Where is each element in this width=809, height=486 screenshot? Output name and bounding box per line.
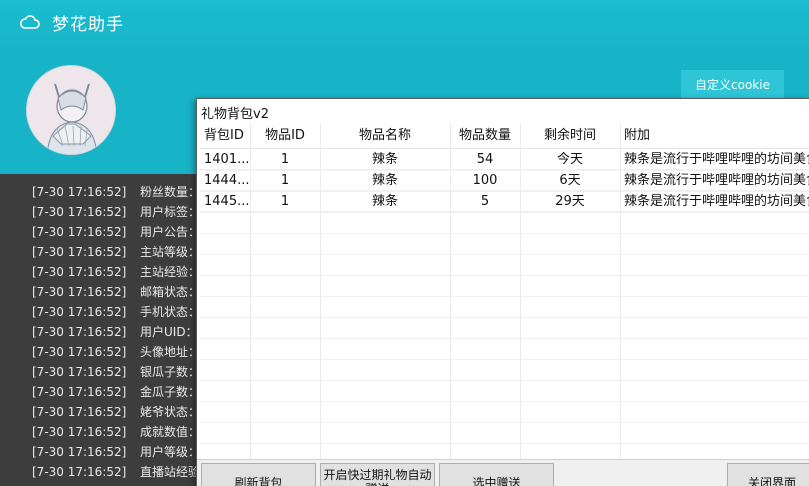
log-line: [7-30 17:16:52] 成就数值： xyxy=(32,422,200,442)
log-timestamp: [7-30 17:16:52] xyxy=(32,325,127,339)
refresh-bag-button[interactable]: 刷新背包 xyxy=(201,463,316,486)
cell-item-name: 辣条 xyxy=(371,173,398,188)
log-line: [7-30 17:16:52] 用户标签： xyxy=(32,202,200,222)
cell-item-count: 100 xyxy=(472,173,498,188)
auto-gift-expiring-button[interactable]: 开启快过期礼物自动赠送 xyxy=(320,463,435,486)
table-row[interactable]: 1445... 1 辣条 5 29天 辣条是流行于哔哩哔哩的坊间美食， xyxy=(200,191,809,212)
cell-item-count: 54 xyxy=(476,152,494,167)
avatar[interactable] xyxy=(26,65,116,155)
column-header-extra[interactable]: 附加 xyxy=(624,123,809,149)
log-timestamp: [7-30 17:16:52] xyxy=(32,205,127,219)
cell-item-id: 1 xyxy=(280,173,290,188)
log-line: [7-30 17:16:52] 用户等级： xyxy=(32,442,200,462)
cell-remaining-time: 今天 xyxy=(556,152,583,167)
log-message: 用户UID： xyxy=(140,325,198,339)
log-line: [7-30 17:16:52] 直播站经验 xyxy=(32,462,200,482)
cell-extra: 辣条是流行于哔哩哔哩的坊间美食， xyxy=(624,173,809,188)
custom-cookie-button[interactable]: 自定义cookie xyxy=(681,70,784,100)
log-line: [7-30 17:16:52] 金瓜子数： xyxy=(32,382,200,402)
cell-item-id: 1 xyxy=(280,194,290,209)
grid-line xyxy=(200,233,809,234)
log-timestamp: [7-30 17:16:52] xyxy=(32,265,127,279)
column-header-remaining-time[interactable]: 剩余时间 xyxy=(520,123,620,149)
log-line: [7-30 17:16:52] 手机状态： xyxy=(32,302,200,322)
grid-line xyxy=(200,401,809,402)
grid-line xyxy=(200,338,809,339)
log-message: 银瓜子数： xyxy=(140,365,201,379)
log-message: 用户标签： xyxy=(140,205,201,219)
log-message: 用户等级： xyxy=(140,445,201,459)
log-timestamp: [7-30 17:16:52] xyxy=(32,445,127,459)
cell-item-name: 辣条 xyxy=(371,194,398,209)
cell-item-id: 1 xyxy=(280,152,290,167)
cell-item-name: 辣条 xyxy=(371,152,398,167)
button-bar: 刷新背包 开启快过期礼物自动赠送 选中赠送 关闭界面 xyxy=(197,459,809,486)
log-timestamp: [7-30 17:16:52] xyxy=(32,285,127,299)
avatar-illustration xyxy=(27,66,115,154)
log-message: 用户公告： xyxy=(140,225,201,239)
gift-table: 背包ID 物品ID 物品名称 物品数量 剩余时间 附加 1401... 1 辣条 54 今天 辣条是… xyxy=(200,123,809,459)
log-message: 主站等级： xyxy=(140,245,201,259)
cell-extra: 辣条是流行于哔哩哔哩的坊间美食， xyxy=(624,152,809,167)
gift-bag-dialog: 礼物背包v2 背包ID 物品ID 物品名称 物品数量 剩余时间 附加 1401... 1 辣条… xyxy=(196,98,809,486)
log-timestamp: [7-30 17:16:52] xyxy=(32,245,127,259)
log-line: [7-30 17:16:52] 主站等级： xyxy=(32,242,200,262)
log-timestamp: [7-30 17:16:52] xyxy=(32,365,127,379)
log-message: 手机状态： xyxy=(140,305,201,319)
log-line: [7-30 17:16:52] 主站经验： xyxy=(32,262,200,282)
log-line: [7-30 17:16:52] 头像地址： xyxy=(32,342,200,362)
grid-line xyxy=(200,317,809,318)
log-message: 成就数值： xyxy=(140,425,201,439)
log-line: [7-30 17:16:52] 粉丝数量： xyxy=(32,182,200,202)
table-row[interactable]: 1444... 1 辣条 100 6天 辣条是流行于哔哩哔哩的坊间美食， xyxy=(200,170,809,191)
grid-line xyxy=(200,422,809,423)
cell-remaining-time: 29天 xyxy=(555,194,585,209)
table-row[interactable]: 1401... 1 辣条 54 今天 辣条是流行于哔哩哔哩的坊间美食， xyxy=(200,149,809,170)
log-timestamp: [7-30 17:16:52] xyxy=(32,225,127,239)
column-header-bag-id[interactable]: 背包ID xyxy=(204,123,250,149)
log-timestamp: [7-30 17:16:52] xyxy=(32,385,127,399)
log-message: 直播站经验 xyxy=(140,465,201,479)
cell-bag-id: 1444... xyxy=(204,173,250,188)
close-dialog-button[interactable]: 关闭界面 xyxy=(727,463,809,486)
log-timestamp: [7-30 17:16:52] xyxy=(32,405,127,419)
send-selected-button[interactable]: 选中赠送 xyxy=(439,463,554,486)
cell-item-count: 5 xyxy=(480,194,490,209)
log-message: 姥爷状态： xyxy=(140,405,201,419)
log-message: 主站经验： xyxy=(140,265,201,279)
log-message: 头像地址： xyxy=(140,345,201,359)
log-line: [7-30 17:16:52] 用户UID： xyxy=(32,322,198,342)
grid-line xyxy=(200,275,809,276)
cell-remaining-time: 6天 xyxy=(559,173,581,188)
log-message: 粉丝数量： xyxy=(140,185,201,199)
log-timestamp: [7-30 17:16:52] xyxy=(32,425,127,439)
title-bar: 梦花助手 xyxy=(0,0,809,46)
log-timestamp: [7-30 17:16:52] xyxy=(32,305,127,319)
cell-bag-id: 1445... xyxy=(204,194,250,209)
log-line: [7-30 17:16:52] 用户公告： xyxy=(32,222,200,242)
log-message: 金瓜子数： xyxy=(140,385,201,399)
cell-extra: 辣条是流行于哔哩哔哩的坊间美食， xyxy=(624,194,809,209)
grid-line xyxy=(200,254,809,255)
grid-line xyxy=(200,443,809,444)
column-header-item-id[interactable]: 物品ID xyxy=(250,123,320,149)
grid-line xyxy=(200,380,809,381)
table-header: 背包ID 物品ID 物品名称 物品数量 剩余时间 附加 xyxy=(200,123,809,149)
log-timestamp: [7-30 17:16:52] xyxy=(32,185,127,199)
cell-bag-id: 1401... xyxy=(204,152,250,167)
app-title: 梦花助手 xyxy=(52,15,124,35)
grid-line xyxy=(200,296,809,297)
dialog-title: 礼物背包v2 xyxy=(201,107,269,122)
column-header-item-count[interactable]: 物品数量 xyxy=(450,123,520,149)
log-line: [7-30 17:16:52] 邮箱状态： xyxy=(32,282,200,302)
grid-line xyxy=(200,359,809,360)
log-line: [7-30 17:16:52] 姥爷状态： xyxy=(32,402,200,422)
log-timestamp: [7-30 17:16:52] xyxy=(32,465,127,479)
cloud-icon xyxy=(20,15,40,29)
grid-line xyxy=(200,212,809,213)
log-timestamp: [7-30 17:16:52] xyxy=(32,345,127,359)
log-line: [7-30 17:16:52] 银瓜子数： xyxy=(32,362,200,382)
log-message: 邮箱状态： xyxy=(140,285,201,299)
column-header-item-name[interactable]: 物品名称 xyxy=(320,123,450,149)
